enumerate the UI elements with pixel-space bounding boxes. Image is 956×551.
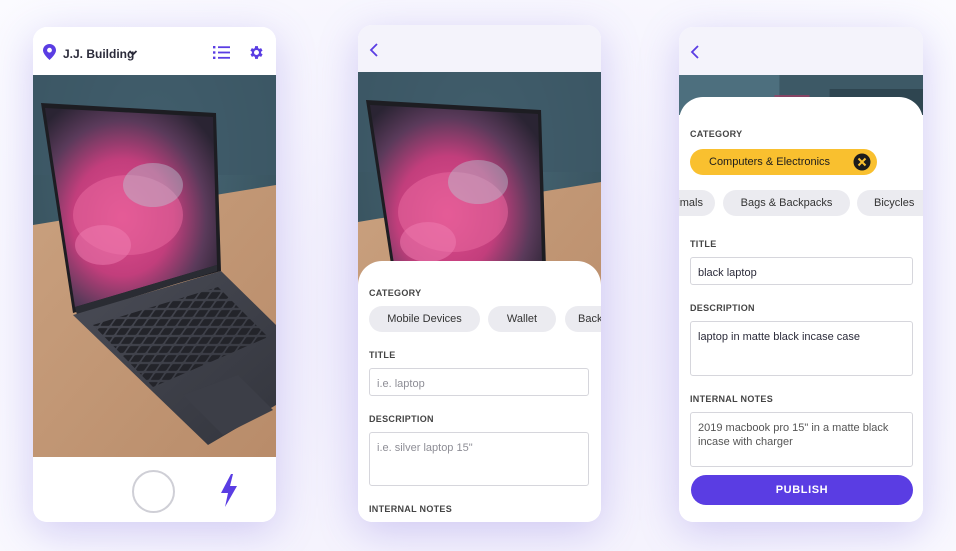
category-chips: Mobile Devices Wallet Backpacks <box>358 306 601 332</box>
chevron-down-icon[interactable] <box>128 47 138 59</box>
top-bar <box>679 27 923 75</box>
shutter-button[interactable] <box>132 470 175 513</box>
category-chip[interactable]: Bags & Backpacks <box>723 190 850 216</box>
publish-button[interactable]: PUBLISH <box>691 475 913 505</box>
form-sheet: CATEGORY Mobile Devices Wallet Backpacks… <box>358 261 601 522</box>
item-form-filled: CATEGORY Computers & Electronics Animals… <box>679 27 923 522</box>
category-chip[interactable]: Mobile Devices <box>369 306 480 332</box>
description-input[interactable]: i.e. silver laptop 15" <box>369 432 589 486</box>
laptop-photo <box>33 75 276 457</box>
top-bar <box>358 25 601 72</box>
selected-category-label: Computers & Electronics <box>709 156 831 168</box>
remove-category-icon[interactable] <box>853 153 871 171</box>
category-chip[interactable]: Animals <box>679 190 715 216</box>
title-label: TITLE <box>690 239 717 249</box>
internal-notes-input[interactable]: 2019 macbook pro 15" in a matte black in… <box>690 412 913 467</box>
description-label: DESCRIPTION <box>369 414 434 424</box>
title-input[interactable]: i.e. laptop <box>369 368 589 396</box>
back-arrow-icon[interactable] <box>368 42 380 58</box>
selected-category-chip[interactable]: Computers & Electronics <box>690 149 877 175</box>
title-input[interactable]: black laptop <box>690 257 913 285</box>
category-label: CATEGORY <box>690 129 743 139</box>
item-form-empty: CATEGORY Mobile Devices Wallet Backpacks… <box>358 25 601 522</box>
back-arrow-icon[interactable] <box>689 44 701 60</box>
category-chip[interactable]: Backpacks <box>565 306 601 332</box>
description-label: DESCRIPTION <box>690 303 755 313</box>
camera-header: J.J. Building <box>33 27 276 75</box>
camera-screen: J.J. Building <box>33 27 276 522</box>
category-label: CATEGORY <box>369 288 422 298</box>
internal-notes-label: INTERNAL NOTES <box>369 504 453 514</box>
location-name[interactable]: J.J. Building <box>63 47 134 61</box>
camera-controls <box>33 457 276 522</box>
list-icon[interactable] <box>213 45 230 60</box>
internal-notes-label: INTERNAL NOTES <box>690 394 774 404</box>
gear-icon[interactable] <box>248 44 265 61</box>
title-label: TITLE <box>369 350 396 360</box>
form-sheet: CATEGORY Computers & Electronics Animals… <box>679 97 923 522</box>
location-pin-icon[interactable] <box>43 44 56 60</box>
description-input[interactable]: laptop in matte black incase case <box>690 321 913 376</box>
category-chip[interactable]: Wallet <box>488 306 556 332</box>
flash-icon[interactable] <box>219 474 239 507</box>
category-chips: Animals Bags & Backpacks Bicycles <box>679 190 923 216</box>
category-chip[interactable]: Bicycles <box>857 190 923 216</box>
camera-viewfinder <box>33 75 276 457</box>
